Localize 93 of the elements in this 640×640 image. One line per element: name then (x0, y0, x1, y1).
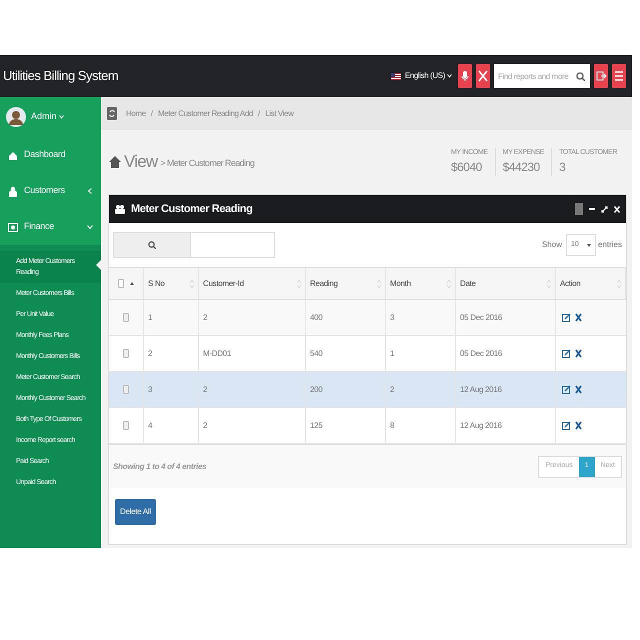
table-row[interactable]: 4 2 125 8 12 Aug 2016 (109, 408, 626, 444)
breadcrumb-separator: / (150, 108, 153, 120)
table-cell: 4 (148, 420, 152, 432)
stat-value: 3 (559, 159, 566, 176)
delete-icon[interactable] (575, 421, 582, 430)
avatar-icon (6, 107, 26, 127)
sort-icon (377, 280, 381, 288)
sort-icon (297, 280, 301, 288)
table-cell: 2 (203, 384, 208, 396)
table-cell: 2 (203, 312, 208, 324)
caret-icon (447, 74, 452, 78)
home-icon (8, 150, 18, 160)
column-header[interactable]: Action (556, 268, 626, 299)
flag-icon (390, 72, 401, 80)
sort-icon (547, 280, 551, 288)
table-row[interactable]: 2 M-DD01 540 1 05 Dec 2016 (109, 336, 626, 372)
sidebar-item[interactable]: Finance (0, 209, 101, 245)
user-menu[interactable]: Admin (31, 110, 64, 124)
table-cell: 125 (310, 420, 322, 432)
table-cell: 2 (203, 420, 208, 432)
delete-icon[interactable] (575, 313, 582, 322)
table-cell: 05 Dec 2016 (460, 312, 502, 324)
table-search-field[interactable] (113, 232, 275, 258)
banknote-icon (8, 222, 18, 232)
table-cell: 12 Aug 2016 (460, 384, 502, 396)
page-title: View (124, 151, 158, 174)
caret-icon (586, 244, 591, 246)
column-header[interactable]: Reading (306, 268, 386, 299)
breadcrumb-link[interactable]: Home (126, 108, 146, 120)
table-cell: 2 (390, 384, 394, 396)
table-row[interactable]: 1 2 400 3 05 Dec 2016 (109, 300, 626, 336)
microphone-button-icon[interactable] (458, 64, 472, 88)
table-cell: 3 (390, 312, 394, 324)
table-cell: 05 Dec 2016 (460, 348, 502, 360)
sidebar-item[interactable]: Dashboard (0, 137, 101, 173)
column-header[interactable]: Customer-Id (199, 268, 306, 299)
sort-up-icon[interactable] (130, 282, 134, 285)
table-cell: 200 (310, 384, 322, 396)
checkbox-icon[interactable] (123, 385, 129, 394)
checkbox-icon[interactable] (123, 349, 129, 358)
table-cell: 12 Aug 2016 (460, 420, 502, 432)
search-field[interactable]: Find reports and more (494, 64, 590, 88)
table-cell: 8 (390, 420, 394, 432)
edit-icon[interactable] (562, 421, 571, 430)
checkbox-icon[interactable] (118, 279, 124, 288)
table-cell: 1 (390, 348, 394, 360)
table-cell: 540 (310, 348, 322, 360)
refresh-icon[interactable] (107, 107, 117, 120)
table-cell: 2 (148, 348, 152, 360)
column-header[interactable]: Month (386, 268, 456, 299)
menu-icon[interactable] (612, 64, 626, 88)
table-row[interactable]: 3 2 200 2 12 Aug 2016 (109, 372, 626, 408)
caret-icon (58, 115, 64, 119)
table-cell: 400 (310, 312, 322, 324)
group-icon (115, 204, 125, 214)
show-label: Show (542, 239, 562, 251)
search-icon (148, 241, 156, 249)
breadcrumb-link[interactable]: List View (265, 108, 294, 120)
page-subtitle: > Meter Customer Reading (160, 156, 254, 170)
table-cell: M-DD01 (203, 348, 231, 360)
breadcrumb-separator: / (258, 108, 260, 120)
close-icon[interactable] (614, 206, 620, 212)
table-cell: 1 (148, 312, 152, 324)
home-icon (109, 156, 121, 168)
person-icon (8, 186, 18, 196)
edit-icon[interactable] (562, 385, 571, 394)
logout-button-icon[interactable] (594, 64, 608, 88)
app-title: Utilities Billing System (3, 67, 120, 86)
stat-value: $44230 (502, 159, 541, 176)
column-header[interactable]: Date (456, 268, 556, 299)
sort-icon (190, 280, 194, 288)
delete-all-button[interactable]: Delete All (115, 499, 156, 525)
color-swatch-icon[interactable] (575, 203, 583, 215)
language-dropdown[interactable]: English (US) (404, 70, 452, 82)
expand-icon[interactable] (601, 206, 608, 212)
table-info: Showing 1 to 4 of 4 entries (113, 460, 206, 472)
panel-title: Meter Customer Reading (131, 202, 254, 217)
table-cell: 3 (148, 384, 152, 396)
sort-icon (447, 280, 451, 288)
stat-value: $6040 (450, 159, 483, 176)
search-icon (576, 72, 585, 80)
breadcrumb-link[interactable]: Meter Customer Reading Add (158, 108, 253, 120)
sidebar-item[interactable]: Customers (0, 173, 101, 209)
delete-icon[interactable] (575, 385, 582, 394)
edit-icon[interactable] (562, 349, 571, 358)
checkbox-icon[interactable] (123, 421, 129, 430)
edit-icon[interactable] (562, 313, 571, 322)
delete-icon[interactable] (575, 349, 582, 358)
search-input[interactable]: Find reports and more (498, 66, 576, 86)
sort-icon (617, 280, 621, 288)
entries-label: entries (598, 239, 622, 251)
column-header[interactable]: S No (144, 268, 199, 299)
checkbox-icon[interactable] (123, 313, 129, 322)
